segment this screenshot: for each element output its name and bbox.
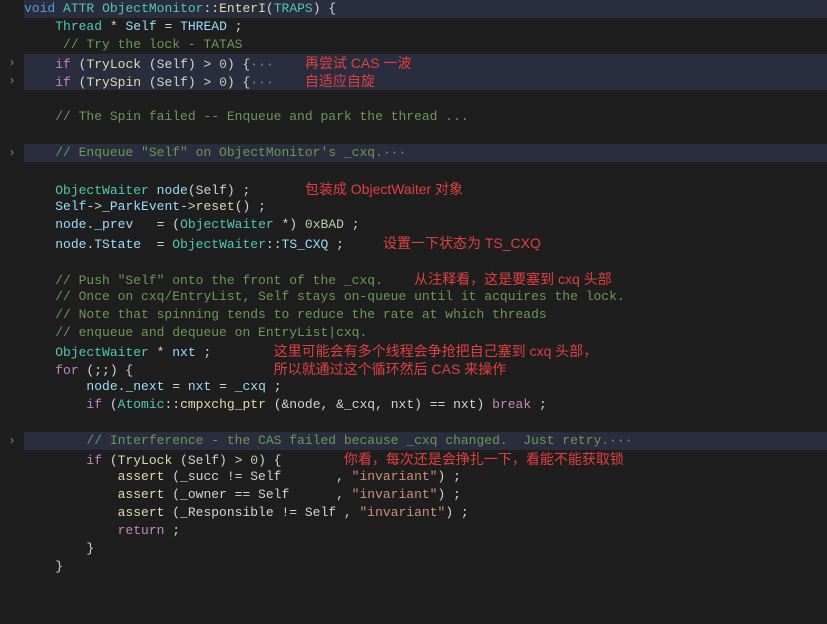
code-line [24, 414, 827, 432]
annotation: 这里可能会有多个线程会争抢把自己塞到 cxq 头部， [274, 343, 598, 359]
fold-line-30 [0, 522, 24, 540]
code-line [24, 252, 827, 270]
code-line: if (TrySpin (Self) > 0) {··· 自适应自旋 [24, 72, 827, 90]
fold-line-24 [0, 414, 24, 432]
code-line: // Try the lock - TATAS [24, 36, 827, 54]
fold-line-12 [0, 198, 24, 216]
fold-line-18 [0, 306, 24, 324]
code-line: } [24, 540, 827, 558]
annotation: 包装成 ObjectWaiter 对象 [305, 181, 463, 197]
fold-line-23 [0, 396, 24, 414]
fold-line-8 [0, 126, 24, 144]
annotation: 设置一下状态为 TS_CXQ [383, 235, 541, 251]
code-line: // Note that spinning tends to reduce th… [24, 306, 827, 324]
code-line: // Once on cxq/EntryList, Self stays on-… [24, 288, 827, 306]
code-line: } [24, 558, 827, 576]
fold-marker[interactable]: › [0, 72, 24, 90]
annotation: 你看，每次还是会挣扎一下，看能不能获取锁 [344, 451, 624, 467]
code-line [24, 90, 827, 108]
fold-line-2 [0, 18, 24, 36]
code-line: // Interference - the CAS failed because… [24, 432, 827, 450]
code-line: assert (_Responsible != Self , "invarian… [24, 504, 827, 522]
code-line: for (;;) { 所以就通过这个循环然后 CAS 来操作 [24, 360, 827, 378]
fold-line-17 [0, 288, 24, 306]
annotation: 再尝试 CAS 一波 [305, 55, 412, 71]
fold-line-14 [0, 234, 24, 252]
annotation: 所以就通过这个循环然后 CAS 来操作 [274, 361, 507, 377]
code-line [24, 162, 827, 180]
annotation: 自适应自旋 [305, 73, 375, 89]
code-line: // The Spin failed -- Enqueue and park t… [24, 108, 827, 126]
code-line: assert (_succ != Self , "invariant") ; [24, 468, 827, 486]
fold-marker[interactable]: › [0, 432, 24, 450]
code-line: Thread * Self = THREAD ; [24, 18, 827, 36]
fold-line-15 [0, 252, 24, 270]
code-line: return ; [24, 522, 827, 540]
code-line [24, 126, 827, 144]
fold-line-10 [0, 162, 24, 180]
code-line: void ATTR ObjectMonitor::EnterI(TRAPS) { [24, 0, 827, 18]
fold-marker[interactable]: › [0, 54, 24, 72]
fold-line-20 [0, 342, 24, 360]
code-line: node._prev = (ObjectWaiter *) 0xBAD ; [24, 216, 827, 234]
fold-line-26 [0, 450, 24, 468]
fold-line-19 [0, 324, 24, 342]
code-editor: › › › › void ATTR ObjectMonitor::EnterI(… [0, 0, 827, 576]
code-line: assert (_owner == Self , "invariant") ; [24, 486, 827, 504]
fold-line-29 [0, 504, 24, 522]
annotation: 从注释看，这是要塞到 cxq 头部 [414, 271, 612, 287]
fold-line-13 [0, 216, 24, 234]
code-content[interactable]: void ATTR ObjectMonitor::EnterI(TRAPS) {… [24, 0, 827, 576]
code-line: ObjectWaiter * nxt ; 这里可能会有多个线程会争抢把自己塞到 … [24, 342, 827, 360]
code-line: // Push "Self" onto the front of the _cx… [24, 270, 827, 288]
fold-line-28 [0, 486, 24, 504]
code-line: ObjectWaiter node(Self) ; 包装成 ObjectWait… [24, 180, 827, 198]
fold-line-3 [0, 36, 24, 54]
fold-line-21 [0, 360, 24, 378]
fold-line-16 [0, 270, 24, 288]
fold-line-1 [0, 0, 24, 18]
fold-line-22 [0, 378, 24, 396]
fold-line-27 [0, 468, 24, 486]
code-line: node.TState = ObjectWaiter::TS_CXQ ; 设置一… [24, 234, 827, 252]
code-line: Self->_ParkEvent->reset() ; [24, 198, 827, 216]
fold-line-6 [0, 90, 24, 108]
fold-line-11 [0, 180, 24, 198]
fold-line-7 [0, 108, 24, 126]
code-line: if (TryLock (Self) > 0) {··· 再尝试 CAS 一波 [24, 54, 827, 72]
code-line: if (TryLock (Self) > 0) { 你看，每次还是会挣扎一下，看… [24, 450, 827, 468]
code-line: // enqueue and dequeue on EntryList|cxq. [24, 324, 827, 342]
fold-gutter: › › › › [0, 0, 24, 576]
code-line: if (Atomic::cmpxchg_ptr (&node, &_cxq, n… [24, 396, 827, 414]
code-line: node._next = nxt = _cxq ; [24, 378, 827, 396]
fold-line-31 [0, 540, 24, 558]
fold-marker[interactable]: › [0, 144, 24, 162]
code-line: // Enqueue "Self" on ObjectMonitor's _cx… [24, 144, 827, 162]
fold-line-32 [0, 558, 24, 576]
